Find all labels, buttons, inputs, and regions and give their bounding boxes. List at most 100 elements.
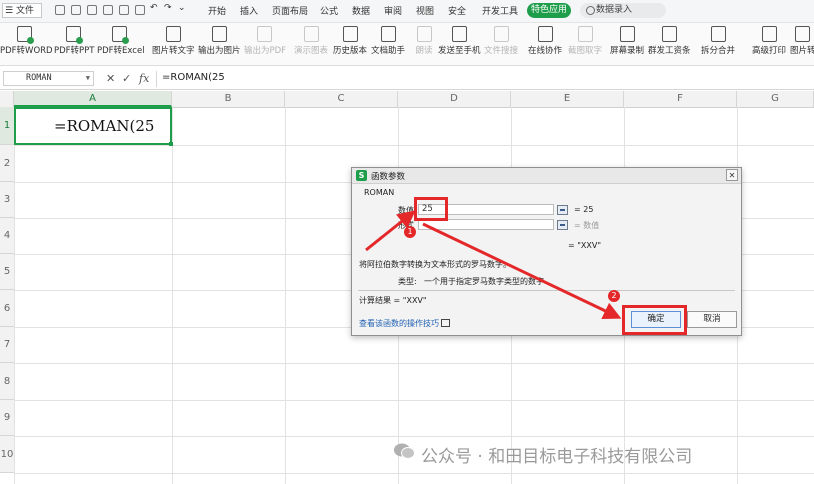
- tab-insert[interactable]: 插入: [240, 4, 258, 17]
- doc-assistant-button[interactable]: 文档助手: [370, 25, 406, 63]
- advanced-print-label: 高级打印: [752, 46, 787, 56]
- insert-function-icon[interactable]: fx: [139, 72, 149, 85]
- row-header-3[interactable]: 3: [0, 182, 14, 218]
- cell-a1[interactable]: =ROMAN(25: [14, 107, 173, 146]
- presentation-chart-button[interactable]: 演示图表: [294, 25, 328, 63]
- formula-bar-divider: [156, 71, 157, 87]
- name-box[interactable]: ROMAN ▼: [3, 71, 94, 86]
- help-link[interactable]: 查看该函数的操作技巧: [359, 318, 439, 329]
- type-label: 类型:: [398, 277, 417, 286]
- pdf-to-ppt-label: PDF转PPT: [54, 46, 95, 56]
- export-image-button[interactable]: 输出为图片: [198, 25, 241, 63]
- grid-line: [172, 107, 173, 484]
- row-header-1[interactable]: 1: [0, 107, 14, 145]
- row-header-2[interactable]: 2: [0, 145, 14, 182]
- confirm-formula-icon[interactable]: ✓: [122, 72, 131, 85]
- fill-handle[interactable]: [169, 142, 173, 146]
- pdf-to-excel-icon: [111, 26, 129, 44]
- tab-special-apps[interactable]: 特色应用: [527, 3, 571, 18]
- formula-bar: ROMAN ▼ ✕ ✓ fx =ROMAN(25: [0, 69, 814, 90]
- column-header-f[interactable]: F: [624, 91, 737, 107]
- new-doc-icon[interactable]: [55, 5, 65, 15]
- column-header-d[interactable]: D: [398, 91, 511, 107]
- tab-page-layout[interactable]: 页面布局: [272, 4, 308, 17]
- export-pdf-button[interactable]: 输出为PDF: [244, 25, 287, 63]
- tab-home[interactable]: 开始: [208, 4, 226, 17]
- row-header-7[interactable]: 7: [0, 327, 14, 363]
- undo-icon[interactable]: ↶: [150, 3, 158, 13]
- tab-view[interactable]: 视图: [416, 4, 434, 17]
- column-header-e[interactable]: E: [511, 91, 624, 107]
- more-quick-access-icon[interactable]: ⌄: [178, 3, 186, 13]
- row-header-5[interactable]: 5: [0, 254, 14, 290]
- row-header-9[interactable]: 9: [0, 400, 14, 436]
- step-marker-2: 2: [608, 290, 620, 302]
- online-collab-icon: [537, 26, 553, 42]
- save-icon[interactable]: [87, 5, 97, 15]
- payslip-label: 群发工资条: [648, 46, 691, 56]
- print-icon[interactable]: [119, 5, 129, 15]
- redo-icon[interactable]: ↷: [164, 3, 172, 13]
- tab-data[interactable]: 数据: [352, 4, 370, 17]
- row-header-8[interactable]: 8: [0, 363, 14, 400]
- highlight-box-input: [414, 197, 448, 221]
- export-pdf-label: 输出为PDF: [244, 46, 287, 56]
- hamburger-icon: ☰: [5, 6, 14, 16]
- export-image-icon: [211, 26, 227, 42]
- name-box-value: ROMAN: [26, 73, 52, 83]
- export-image-label: 输出为图片: [198, 46, 241, 56]
- ribbon-toolbar: PDF转WORD PDF转PPT PDF转Excel 图片转文字 输出为图片 输…: [0, 23, 814, 66]
- dialog-title-bar[interactable]: S 函数参数 ✕: [352, 168, 741, 184]
- chevron-down-icon[interactable]: ▼: [86, 72, 90, 85]
- export-pdf-icon[interactable]: [103, 5, 113, 15]
- grid-line: [14, 363, 814, 364]
- screen-record-icon: [619, 26, 635, 42]
- select-all-corner[interactable]: [0, 91, 14, 107]
- arg1-result: = 25: [574, 205, 594, 214]
- formula-input[interactable]: =ROMAN(25: [162, 72, 225, 83]
- read-aloud-label: 朗读: [415, 46, 433, 56]
- tab-security[interactable]: 安全: [448, 4, 466, 17]
- open-folder-icon[interactable]: [71, 5, 81, 15]
- search-box[interactable]: 数据录入: [580, 3, 666, 18]
- print-preview-icon[interactable]: [135, 5, 145, 15]
- payslip-button[interactable]: 群发工资条: [648, 25, 691, 63]
- cancel-button[interactable]: 取消: [687, 311, 737, 328]
- column-header-g[interactable]: G: [737, 91, 814, 107]
- column-header-a[interactable]: A: [14, 91, 172, 107]
- doc-assistant-label: 文档助手: [370, 46, 405, 56]
- tab-developer[interactable]: 开发工具: [482, 4, 518, 17]
- advanced-print-button[interactable]: 高级打印: [752, 25, 786, 63]
- history-version-button[interactable]: 历史版本: [332, 25, 368, 63]
- row-header-4[interactable]: 4: [0, 218, 14, 254]
- export-pdf-icon: [256, 26, 272, 42]
- video-help-icon[interactable]: [441, 319, 450, 327]
- file-search-button[interactable]: 文件搜搜: [484, 25, 518, 63]
- range-select-icon[interactable]: [557, 205, 568, 215]
- watermark-text: 公众号 · 和田目标电子科技有限公司: [421, 447, 693, 467]
- image-convert-button[interactable]: 图片转: [790, 25, 814, 63]
- cancel-formula-icon[interactable]: ✕: [106, 72, 115, 85]
- screenshot-ocr-button[interactable]: 截图取字: [566, 25, 604, 63]
- column-header-c[interactable]: C: [285, 91, 398, 107]
- pdf-to-word-button[interactable]: PDF转WORD: [0, 25, 53, 63]
- row-header-6[interactable]: 6: [0, 290, 14, 327]
- screen-record-button[interactable]: 屏幕录制: [610, 25, 644, 63]
- send-to-phone-button[interactable]: 发送至手机: [438, 25, 481, 63]
- pdf-to-excel-button[interactable]: PDF转Excel: [97, 25, 145, 63]
- close-icon[interactable]: ✕: [726, 169, 738, 181]
- file-menu-button[interactable]: ☰ 文件: [2, 3, 42, 18]
- range-select-icon[interactable]: [557, 220, 568, 230]
- grid-line: [285, 107, 286, 484]
- row-header-10[interactable]: 10: [0, 436, 14, 473]
- file-menu-label: 文件: [15, 6, 34, 16]
- tab-formulas[interactable]: 公式: [320, 4, 338, 17]
- image-to-text-button[interactable]: 图片转文字: [152, 25, 195, 63]
- tab-review[interactable]: 审阅: [384, 4, 402, 17]
- split-merge-button[interactable]: 拆分合并: [700, 25, 736, 63]
- pdf-to-ppt-button[interactable]: PDF转PPT: [54, 25, 95, 63]
- column-header-b[interactable]: B: [172, 91, 285, 107]
- read-aloud-button[interactable]: 朗读: [412, 25, 436, 63]
- image-convert-icon: [794, 26, 810, 42]
- online-collab-button[interactable]: 在线协作: [528, 25, 562, 63]
